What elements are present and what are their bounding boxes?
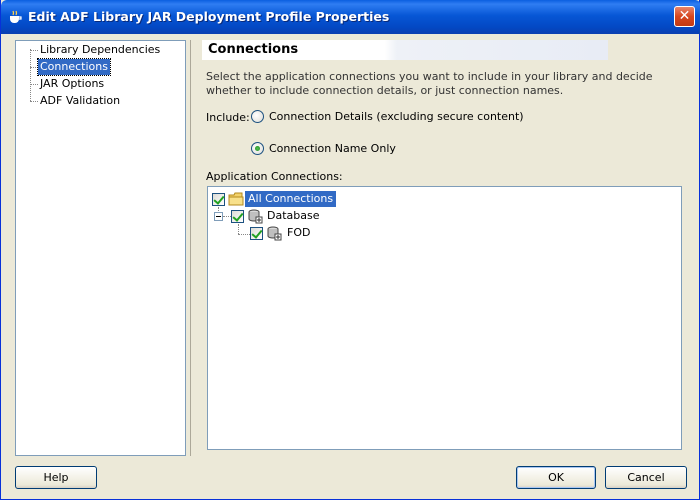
tree-connector	[30, 49, 31, 101]
checkbox-database[interactable]	[231, 210, 244, 223]
tree-connector	[30, 84, 38, 85]
close-button[interactable]: ✕	[674, 6, 695, 27]
description-text: Select the application connections you w…	[206, 70, 653, 97]
panel-splitter[interactable]	[190, 40, 191, 456]
dialog-window: Edit ADF Library JAR Deployment Profile …	[0, 0, 700, 500]
nav-item-adf-validation[interactable]: ADF Validation	[38, 93, 122, 109]
help-button[interactable]: Help	[15, 466, 97, 489]
radio-label: Connection Details (excluding secure con…	[269, 110, 524, 123]
radio-connection-details[interactable]: Connection Details (excluding secure con…	[251, 110, 524, 123]
page-title: Connections	[208, 42, 299, 57]
ok-button[interactable]: OK	[516, 466, 596, 489]
checkbox-fod[interactable]	[250, 227, 263, 240]
window-title: Edit ADF Library JAR Deployment Profile …	[28, 9, 390, 24]
checkbox-all-connections[interactable]	[212, 193, 225, 206]
radio-button[interactable]	[251, 110, 264, 123]
tree-node-all-connections[interactable]: All Connections	[245, 191, 337, 207]
tree-connector	[223, 216, 231, 217]
category-tree[interactable]: Library Dependencies Connections JAR Opt…	[15, 40, 186, 456]
include-label: Include:	[206, 111, 250, 124]
tree-connector	[238, 224, 239, 234]
database-connection-icon	[248, 209, 263, 224]
tree-connector	[238, 234, 250, 235]
tree-connector	[30, 101, 38, 102]
close-icon: ✕	[678, 8, 691, 24]
cancel-button[interactable]: Cancel	[605, 466, 687, 489]
application-connections-label: Application Connections:	[206, 170, 343, 183]
nav-item-jar-options[interactable]: JAR Options	[38, 76, 106, 92]
nav-item-connections[interactable]: Connections	[37, 58, 111, 76]
app-cup-icon	[10, 10, 22, 23]
tree-connector	[30, 67, 38, 68]
section-header: Connections	[202, 40, 608, 60]
radio-button[interactable]	[251, 142, 264, 155]
tree-node-database[interactable]: Database	[264, 208, 323, 224]
folder-icon	[228, 192, 244, 206]
nav-item-library-dependencies[interactable]: Library Dependencies	[38, 42, 162, 58]
tree-connector	[30, 50, 38, 51]
radio-connection-name-only[interactable]: Connection Name Only	[251, 142, 396, 155]
collapse-toggle[interactable]	[214, 212, 223, 221]
database-connection-icon	[267, 226, 282, 241]
tree-node-fod[interactable]: FOD	[284, 225, 313, 241]
connections-tree[interactable]: All Connections Database FOD	[207, 186, 682, 450]
title-bar[interactable]: Edit ADF Library JAR Deployment Profile …	[1, 0, 700, 34]
radio-label: Connection Name Only	[269, 142, 396, 155]
